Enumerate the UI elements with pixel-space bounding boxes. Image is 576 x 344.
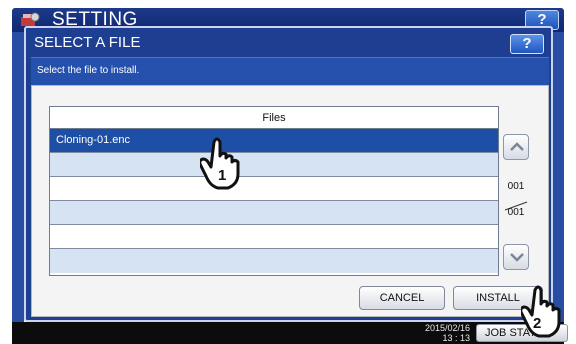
hand-pointer-icon: 2 xyxy=(521,285,561,338)
chevron-up-icon xyxy=(510,142,524,151)
file-row[interactable] xyxy=(50,225,498,249)
page-current: 001 xyxy=(507,181,525,192)
scroll-down-button[interactable] xyxy=(503,244,529,270)
clock-date: 2015/02/16 xyxy=(424,323,470,333)
cancel-button[interactable]: CANCEL xyxy=(359,286,445,310)
file-row[interactable] xyxy=(50,201,498,225)
file-row[interactable]: Cloning-01.enc xyxy=(50,129,498,153)
step-2-label: 2 xyxy=(533,315,541,332)
clock-time: 13 : 13 xyxy=(442,333,470,343)
dialog-title: SELECT A FILE xyxy=(34,34,141,51)
chevron-down-icon xyxy=(510,253,524,262)
dialog-message-bar: Select the file to install. xyxy=(31,57,549,85)
scroll-up-button[interactable] xyxy=(503,134,529,160)
files-column-header: Files xyxy=(50,107,498,129)
select-file-dialog: SELECT A FILE ? Select the file to insta… xyxy=(24,26,553,322)
file-row[interactable] xyxy=(50,249,498,273)
file-row[interactable] xyxy=(50,153,498,177)
setting-app-icon xyxy=(21,12,40,26)
dialog-content: Files Cloning-01.enc 001 001 CANCEL INST… xyxy=(31,85,549,317)
setting-left-edge xyxy=(12,32,24,328)
clock: 2015/02/16 13 : 13 xyxy=(410,323,470,343)
dialog-message: Select the file to install. xyxy=(37,65,140,76)
hand-pointer-icon: 1 xyxy=(200,137,240,190)
step-1-label: 1 xyxy=(218,167,226,184)
dialog-help-button[interactable]: ? xyxy=(510,34,544,54)
page-total: 001 xyxy=(507,207,525,218)
file-row[interactable] xyxy=(50,177,498,201)
files-table: Files Cloning-01.enc xyxy=(49,106,499,276)
